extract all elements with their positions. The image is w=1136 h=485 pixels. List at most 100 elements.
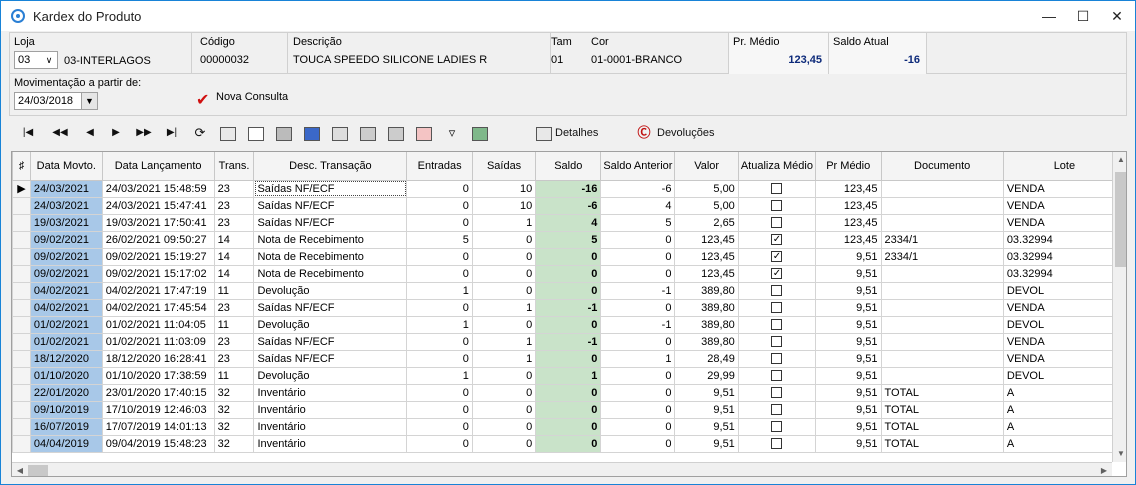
cell-data-lancamento[interactable]: 09/02/2021 15:17:02 [101,264,215,283]
cell-entradas[interactable]: 0 [406,247,473,266]
filter-form-icon[interactable] [357,124,379,142]
cell-entradas[interactable]: 0 [406,400,473,419]
detalhes-icon[interactable] [533,124,555,142]
cell-valor[interactable]: 389,80 [674,281,739,300]
cell-saidas[interactable]: 0 [471,383,537,402]
cell-valor[interactable]: 9,51 [674,383,739,402]
cell-data-lancamento[interactable]: 23/01/2020 17:40:15 [101,383,215,402]
row-indicator[interactable] [12,247,31,266]
cell-valor[interactable]: 123,45 [674,247,739,266]
atualiza-medio-checkbox[interactable] [771,353,783,365]
cell-documento[interactable]: TOTAL [880,400,1004,419]
cell-saldo-anterior[interactable]: 0 [600,264,676,283]
loja-select[interactable]: 03 ∨ [14,51,58,69]
cell-entradas[interactable]: 0 [406,383,473,402]
cell-valor[interactable]: 29,99 [674,366,739,385]
cell-documento[interactable] [880,315,1004,334]
bookmark-icon[interactable] [301,124,323,142]
table-row[interactable]: 01/02/2021 01/02/2021 11:04:05 11 Devolução… [12,315,1126,334]
col-data-movto[interactable]: Data Movto. [29,152,103,181]
cell-atualiza-medio[interactable] [737,213,816,232]
cell-saidas[interactable]: 0 [471,400,537,419]
cell-documento[interactable] [880,332,1004,351]
cell-lote[interactable]: VENDA [1002,298,1126,317]
row-indicator[interactable] [12,332,31,351]
table-row[interactable]: 04/02/2021 04/02/2021 17:45:54 23 Saídas NF… [12,298,1126,317]
cell-trans[interactable]: 23 [213,349,255,368]
row-indicator[interactable] [12,349,31,368]
cell-documento[interactable]: 2334/1 [880,247,1004,266]
cell-atualiza-medio[interactable]: ✓ [737,230,816,249]
row-indicator[interactable] [12,298,31,317]
cell-lote[interactable]: DEVOL [1002,366,1126,385]
vertical-scroll-thumb[interactable] [1115,172,1126,267]
cell-data-movto[interactable]: 24/03/2021 [29,196,103,215]
cell-valor[interactable]: 9,51 [674,400,739,419]
cell-lote[interactable]: 03.32994 [1002,247,1126,266]
cell-entradas[interactable]: 1 [406,366,473,385]
cell-entradas[interactable]: 0 [406,298,473,317]
cell-data-lancamento[interactable]: 18/12/2020 16:28:41 [101,349,215,368]
col-saidas[interactable]: Saídas [471,152,537,181]
cell-documento[interactable] [880,298,1004,317]
table-row[interactable]: 09/02/2021 09/02/2021 15:19:27 14 Nota de R… [12,247,1126,266]
cell-valor[interactable]: 28,49 [674,349,739,368]
table-row[interactable]: 19/03/2021 19/03/2021 17:50:41 23 Saídas NF… [12,213,1126,232]
table-row[interactable]: ▶ 24/03/2021 24/03/2021 15:48:59 23 Saídas N… [12,179,1126,198]
cell-data-movto[interactable]: 09/02/2021 [29,264,103,283]
cell-data-movto[interactable]: 01/10/2020 [29,366,103,385]
chevron-down-icon[interactable]: ∨ [41,52,57,68]
cell-trans[interactable]: 23 [213,332,255,351]
horizontal-scroll-thumb[interactable] [28,465,48,476]
atualiza-medio-checkbox[interactable] [771,438,783,450]
cell-documento[interactable] [880,179,1004,198]
cell-data-movto[interactable]: 04/02/2021 [29,281,103,300]
cell-data-movto[interactable]: 01/02/2021 [29,315,103,334]
cell-data-lancamento[interactable]: 17/10/2019 12:46:03 [101,400,215,419]
cell-data-movto[interactable]: 04/02/2021 [29,298,103,317]
cell-saidas[interactable]: 10 [471,196,537,215]
cell-documento[interactable]: TOTAL [880,434,1004,453]
scroll-left-icon[interactable]: ◀ [12,463,28,476]
cell-atualiza-medio[interactable] [737,281,816,300]
cell-pr-medio[interactable]: 9,51 [814,434,882,453]
cell-data-movto[interactable]: 22/01/2020 [29,383,103,402]
cell-pr-medio[interactable]: 9,51 [814,247,882,266]
close-button[interactable]: ✕ [1100,1,1134,31]
cell-lote[interactable]: VENDA [1002,332,1126,351]
cell-lote[interactable]: VENDA [1002,179,1126,198]
atualiza-medio-checkbox[interactable]: ✓ [771,268,783,280]
cell-data-movto[interactable]: 18/12/2020 [29,349,103,368]
cell-documento[interactable] [880,366,1004,385]
atualiza-medio-checkbox[interactable] [771,421,783,433]
cell-desc-transacao[interactable]: Inventário [253,417,408,436]
cell-saldo[interactable]: 0 [535,417,602,436]
row-indicator[interactable] [12,417,31,436]
cell-lote[interactable]: VENDA [1002,349,1126,368]
prior-page-icon[interactable]: ◀◀ [51,124,69,142]
vertical-scrollbar[interactable]: ▲ ▼ [1112,152,1126,462]
cell-documento[interactable] [880,281,1004,300]
cell-saldo-anterior[interactable]: 1 [600,349,676,368]
cell-data-lancamento[interactable]: 01/02/2021 11:04:05 [101,315,215,334]
scroll-right-icon[interactable]: ▶ [1096,463,1112,476]
current-row-indicator-icon[interactable]: ▶ [12,179,31,198]
calendar-dropdown-icon[interactable]: ▼ [81,93,97,109]
checkmark-icon[interactable]: ✔ [196,90,209,110]
cell-pr-medio[interactable]: 9,51 [814,417,882,436]
cell-data-movto[interactable]: 09/02/2021 [29,230,103,249]
col-desc-transacao[interactable]: Desc. Transação [253,152,408,181]
cell-pr-medio[interactable]: 9,51 [814,366,882,385]
cell-pr-medio[interactable]: 9,51 [814,298,882,317]
col-data-lancamento[interactable]: Data Lançamento [101,152,215,181]
cell-entradas[interactable]: 0 [406,196,473,215]
grid-export-icon[interactable] [413,124,435,142]
cell-pr-medio[interactable]: 9,51 [814,349,882,368]
cell-saldo-anterior[interactable]: 0 [600,230,676,249]
cell-saidas[interactable]: 1 [471,349,537,368]
row-indicator[interactable] [12,383,31,402]
header-indicator[interactable]: ♯ [12,152,31,181]
cell-lote[interactable]: A [1002,434,1126,453]
row-indicator[interactable] [12,400,31,419]
cell-saldo[interactable]: 0 [535,383,602,402]
